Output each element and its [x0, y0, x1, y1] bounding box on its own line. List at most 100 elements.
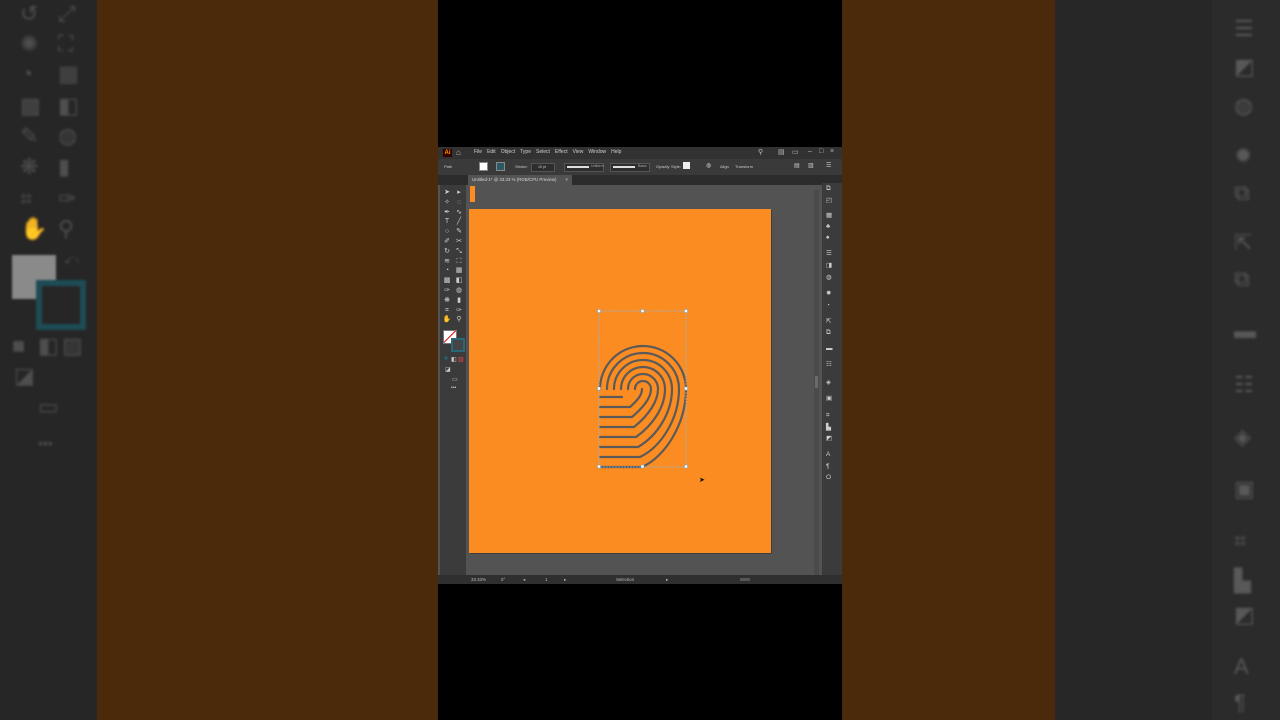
menu-select[interactable]: Select	[536, 149, 550, 155]
tab-close-icon[interactable]: ×	[565, 175, 568, 185]
menu-edit[interactable]: Edit	[487, 149, 496, 155]
search-icon[interactable]: ⚲	[758, 148, 763, 156]
mesh-tool-icon[interactable]: ▩	[442, 276, 452, 286]
menu-type[interactable]: Type	[520, 149, 531, 155]
links-panel-icon[interactable]: ⧉	[826, 329, 831, 337]
fill-stroke-widget[interactable]	[443, 330, 465, 352]
workspace-icon[interactable]: ▭	[792, 148, 799, 156]
minimize-icon[interactable]: –	[808, 148, 812, 155]
fingerprint-artwork[interactable]	[597, 309, 689, 471]
type-tool-icon[interactable]: T	[442, 217, 452, 227]
zoom-level[interactable]: 33.33%	[471, 577, 486, 582]
blend-tool-icon[interactable]: ◍	[454, 286, 464, 296]
menu-effect[interactable]: Effect	[555, 149, 568, 155]
panel-options-icon[interactable]: ▥	[808, 162, 814, 169]
paragraph-panel-icon[interactable]: ¶	[826, 463, 830, 471]
graphic-style-swatch[interactable]	[683, 162, 690, 169]
scale-tool-icon[interactable]: ⤡	[454, 247, 464, 257]
graph-tool-icon[interactable]: ▮	[454, 296, 464, 306]
gradient-mode-icon[interactable]: ◧	[451, 356, 457, 363]
gradient-panel-icon[interactable]: ◨	[826, 262, 832, 270]
selection-tool-icon[interactable]: ➤	[442, 188, 452, 198]
align-label[interactable]: Align	[720, 164, 729, 169]
brush-definition[interactable]: Basic	[610, 163, 650, 172]
perspective-tool-icon[interactable]: ▦	[454, 266, 464, 276]
artboard-tool-icon[interactable]: ⌗	[442, 306, 452, 316]
none-mode-icon[interactable]: ▨	[458, 356, 464, 363]
isolate-icon[interactable]: ▤	[794, 162, 800, 169]
transform-label[interactable]: Transform	[735, 164, 753, 169]
menu-view[interactable]: View	[573, 149, 584, 155]
gradient-tool-icon[interactable]: ◧	[454, 276, 464, 286]
color-mode-icon[interactable]: ■	[444, 356, 448, 362]
eyedropper-tool-icon[interactable]: ✑	[442, 286, 452, 296]
hand-tool-icon[interactable]: ✋	[442, 315, 452, 325]
horizontal-scroll-thumb[interactable]	[740, 578, 750, 581]
direct-selection-tool-icon[interactable]: ▸	[454, 188, 464, 198]
rotation-value[interactable]: 0°	[501, 577, 505, 582]
character-panel-icon[interactable]: A	[826, 451, 830, 459]
home-icon[interactable]: ⌂	[456, 148, 461, 157]
transform-panel-icon[interactable]: ☷	[826, 361, 832, 369]
control-menu-icon[interactable]: ☰	[826, 162, 831, 169]
stroke-weight-field[interactable]: 10 pt	[531, 163, 555, 172]
status-arrow-icon[interactable]: ▸	[666, 577, 668, 583]
shaper-tool-icon[interactable]: ✐	[442, 237, 452, 247]
stroke-panel-icon[interactable]: ☰	[826, 250, 832, 258]
document-tab[interactable]: Untitled-1* @ 33.33 % (RGB/CPU Preview) …	[468, 175, 572, 185]
close-icon[interactable]: ×	[830, 148, 834, 155]
menu-object[interactable]: Object	[501, 149, 515, 155]
stroke-swatch[interactable]	[496, 162, 505, 171]
appearance-panel-icon[interactable]: ✹	[826, 290, 831, 298]
line-tool-icon[interactable]: ╱	[454, 217, 464, 227]
artboards-panel-icon[interactable]: ▣	[826, 395, 832, 403]
zoom-tool-icon[interactable]: ⚲	[454, 315, 464, 325]
graphic-styles-panel-icon[interactable]: ◔	[826, 302, 830, 310]
scrollbar-thumb[interactable]	[815, 376, 818, 388]
shape-builder-tool-icon[interactable]: ◔	[442, 266, 452, 276]
transparency-panel-icon[interactable]: ◍	[826, 274, 832, 282]
slice-tool-icon[interactable]: ✑	[454, 306, 464, 316]
screen-mode-icon[interactable]: ▭	[452, 376, 458, 383]
pathfinder-panel-icon-2[interactable]: ◩	[826, 435, 832, 443]
opentype-panel-icon[interactable]: O	[826, 474, 831, 482]
magic-wand-tool-icon[interactable]: ✧	[442, 198, 452, 208]
artboard-nav-prev-icon[interactable]: ◂	[523, 577, 525, 583]
comments-panel-icon[interactable]: ▬	[826, 345, 833, 353]
menu-help[interactable]: Help	[611, 149, 621, 155]
variable-width-profile[interactable]: Uniform	[564, 163, 604, 172]
vertical-scrollbar[interactable]	[814, 190, 819, 575]
rotate-tool-icon[interactable]: ↻	[442, 247, 452, 257]
asset-export-panel-icon[interactable]: ⇱	[826, 318, 831, 326]
pen-tool-icon[interactable]: ✒	[442, 208, 452, 218]
blurred-background-left: ↺ ⤢ ✺ ⛶ ◔ ▦ ▩ ◧ ✎ ◍ ❋ ▮ ⌗ ✑ ✋ ⚲ ⤺ ■ ◧ ▨ …	[0, 0, 438, 720]
symbol-sprayer-tool-icon[interactable]: ❋	[442, 296, 452, 306]
ellipse-tool-icon[interactable]: ○	[442, 227, 452, 237]
zoom-icon: ⚲	[58, 216, 75, 241]
menu-window[interactable]: Window	[588, 149, 606, 155]
artboard-number[interactable]: 1	[545, 577, 547, 582]
scissors-tool-icon[interactable]: ✂	[454, 237, 464, 247]
libraries-panel-icon[interactable]: ◰	[826, 197, 832, 205]
arrange-documents-icon[interactable]: ▤	[778, 148, 785, 156]
properties-panel-icon[interactable]: ⧉	[826, 185, 831, 193]
maximize-icon[interactable]: □	[819, 148, 823, 155]
width-tool-icon[interactable]: ≋	[442, 257, 452, 267]
free-transform-tool-icon[interactable]: ⛶	[454, 257, 464, 267]
swatches-panel-icon[interactable]: ♣	[826, 223, 830, 231]
artboard-nav-next-icon[interactable]: ▸	[564, 577, 566, 583]
stroke-color-swatch[interactable]	[451, 338, 465, 352]
pathfinder-panel-icon[interactable]: ▙	[826, 424, 831, 432]
layers-panel-icon[interactable]: ◈	[826, 379, 831, 387]
recolor-icon[interactable]: ◍	[706, 162, 711, 169]
draw-mode-icon[interactable]: ◪	[445, 366, 451, 373]
lasso-tool-icon[interactable]: ◌	[454, 198, 464, 208]
paintbrush-tool-icon[interactable]: ✎	[454, 227, 464, 237]
menu-file[interactable]: File	[474, 149, 482, 155]
more-tools-icon[interactable]: •••	[451, 385, 456, 391]
curvature-tool-icon[interactable]: ∿	[454, 208, 464, 218]
align-panel-icon[interactable]: ⌗	[826, 412, 830, 420]
fill-swatch[interactable]	[479, 162, 488, 171]
brushes-panel-icon[interactable]: ♠	[826, 234, 829, 242]
color-panel-icon[interactable]: ▦	[826, 212, 832, 220]
